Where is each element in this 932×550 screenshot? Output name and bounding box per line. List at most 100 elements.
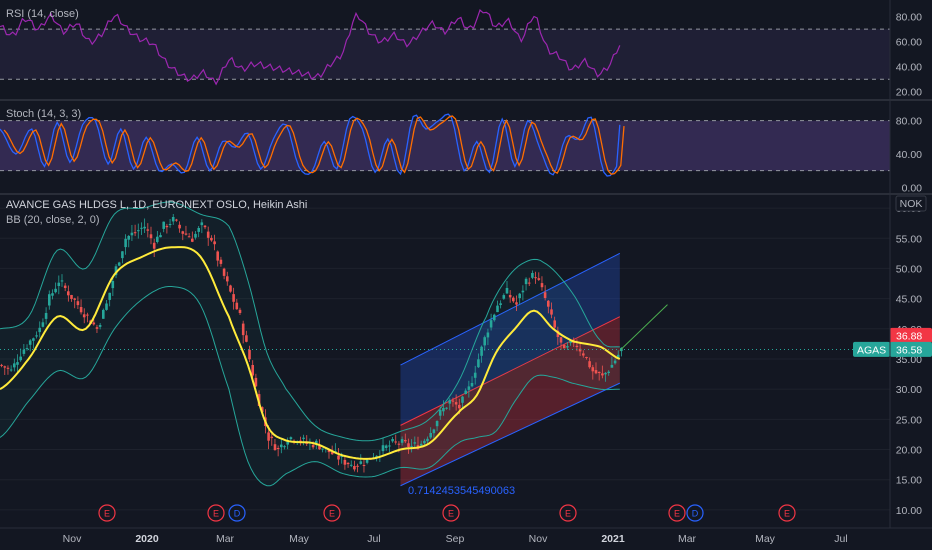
candle-body <box>187 236 191 238</box>
candle-body <box>540 283 544 288</box>
event-marker-0[interactable]: E <box>98 504 116 522</box>
candle-body <box>562 344 566 349</box>
stoch-band <box>0 120 890 171</box>
candle-body <box>359 461 363 464</box>
event-marker-8[interactable]: E <box>778 504 796 522</box>
last-price-text: 36.58 <box>896 344 922 356</box>
candle-body <box>311 444 315 448</box>
candle-body <box>241 323 245 336</box>
stoch-label: Stoch (14, 3, 3) <box>6 108 81 120</box>
candle-body <box>57 282 61 286</box>
candle-body <box>537 278 541 280</box>
candle-body <box>467 386 471 390</box>
candle-body <box>133 232 137 234</box>
candle-body <box>454 402 458 405</box>
time-tick-4: Jul <box>367 533 380 545</box>
candle-body <box>448 399 452 404</box>
candle-body <box>397 443 401 445</box>
candle-body <box>394 441 397 443</box>
candle-body <box>0 364 3 366</box>
candle-body <box>489 320 493 328</box>
rsi-tick-1: 60.00 <box>896 37 922 49</box>
candle-body <box>502 295 506 299</box>
candle-body <box>159 235 162 238</box>
candle-body <box>438 410 442 416</box>
candle-body <box>435 421 439 427</box>
candle-body <box>19 356 22 361</box>
event-marker-7[interactable]: D <box>686 504 704 522</box>
candle-body <box>601 373 604 376</box>
candle-body <box>337 455 340 460</box>
time-tick-6: Nov <box>529 533 548 545</box>
candle-body <box>582 353 585 356</box>
candle-body <box>70 295 73 299</box>
candle-body <box>248 349 251 360</box>
candle-body <box>531 273 534 278</box>
candle-body <box>76 301 80 306</box>
candle-body <box>6 367 10 369</box>
event-marker-2[interactable]: D <box>228 504 246 522</box>
candle-body <box>102 309 105 319</box>
chart-title: AVANCE GAS HLDGS L, 1D, EURONEXT OSLO, H… <box>6 199 307 211</box>
candle-body <box>591 367 595 372</box>
candle-body <box>356 465 359 467</box>
rsi-label: RSI (14, close) <box>6 8 79 20</box>
currency-box[interactable]: NOK <box>895 195 927 212</box>
time-tick-2: Mar <box>216 533 235 545</box>
time-tick-3: May <box>289 533 310 545</box>
event-marker-4[interactable]: E <box>442 504 460 522</box>
event-marker-letter: E <box>448 509 454 519</box>
candle-body <box>206 231 210 238</box>
candle-body <box>124 238 127 248</box>
candle-body <box>63 285 67 288</box>
candle-body <box>194 233 197 238</box>
candle-body <box>388 445 391 447</box>
candle-body <box>302 437 305 439</box>
event-marker-6[interactable]: E <box>668 504 686 522</box>
candle-body <box>289 437 293 440</box>
candle-body <box>527 282 531 284</box>
candle-body <box>197 228 200 232</box>
candle-body <box>483 337 486 346</box>
time-tick-7: 2021 <box>601 533 625 545</box>
candle-body <box>518 293 521 299</box>
candle-body <box>505 288 509 294</box>
candle-body <box>270 436 274 439</box>
candle-body <box>559 337 563 343</box>
candle-body <box>79 307 83 313</box>
event-marker-letter: E <box>329 509 335 519</box>
candle-body <box>597 371 601 373</box>
event-marker-1[interactable]: E <box>207 504 225 522</box>
candle-body <box>534 277 537 279</box>
candle-body <box>226 276 229 282</box>
rsi-tick-0: 80.00 <box>896 12 922 24</box>
candle-body <box>493 314 496 321</box>
candle-body <box>92 322 96 325</box>
rsi-tick-2: 40.00 <box>896 62 922 74</box>
candle-body <box>413 442 417 444</box>
candle-body <box>111 281 115 289</box>
candle-body <box>28 340 32 345</box>
candle-body <box>162 221 165 229</box>
price-tick-9: 15.00 <box>896 475 922 487</box>
candle-body <box>238 309 242 313</box>
candle-body <box>165 225 169 228</box>
candle-body <box>381 445 385 452</box>
trading-chart[interactable]: RSI (14, close) 80.00 60.00 40.00 20.00 Sto… <box>0 0 932 550</box>
candle-body <box>184 233 188 235</box>
candle-body <box>353 466 356 470</box>
stoch-tick-2: 0.00 <box>902 182 923 194</box>
symbol-tag-text: AGAS <box>857 344 886 356</box>
candle-body <box>171 217 175 222</box>
candle-body <box>137 230 140 232</box>
candle-body <box>191 238 194 242</box>
candle-body <box>276 448 280 449</box>
price-tick-3: 45.00 <box>896 294 922 306</box>
candle-body <box>423 440 426 444</box>
price-tick-1: 55.00 <box>896 233 922 245</box>
event-marker-3[interactable]: E <box>323 504 341 522</box>
time-tick-10: Jul <box>834 533 847 545</box>
event-marker-5[interactable]: E <box>559 504 577 522</box>
candle-body <box>267 432 270 441</box>
candle-body <box>604 372 607 375</box>
